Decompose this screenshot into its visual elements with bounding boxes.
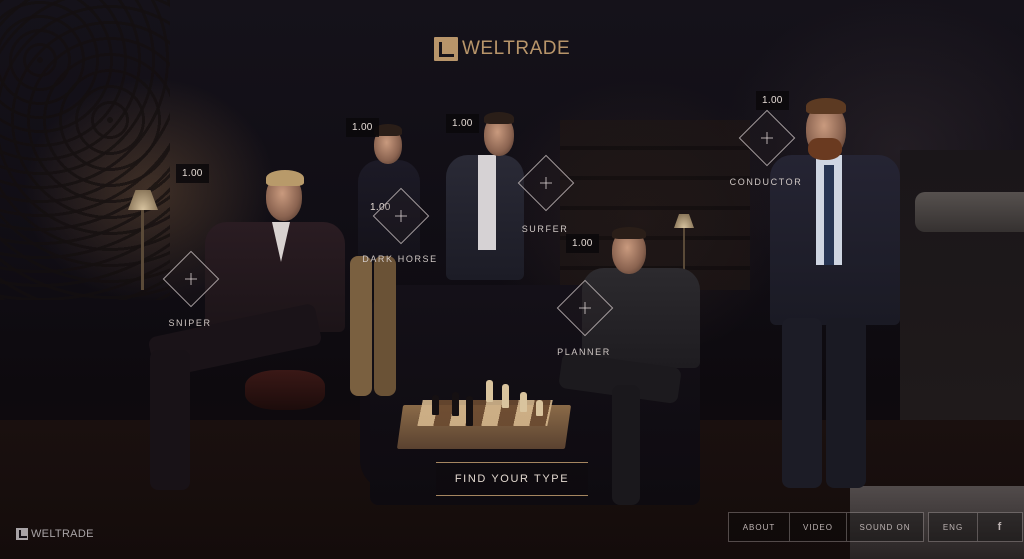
fireplace-mantle [915,192,1024,232]
type-label-conductor[interactable]: CONDUCTOR [706,177,826,187]
chess-piece [520,392,527,412]
brand-logo[interactable]: WELTRADE [434,37,570,61]
chess-piece [536,400,543,416]
bookshelf [560,120,750,290]
logo-icon [16,528,28,540]
type-label-dark-horse[interactable]: DARK HORSE [340,254,460,264]
chess-piece [432,395,439,415]
type-label-sniper[interactable]: SNIPER [130,318,250,328]
landing-stage: WELTRADE 1.00 1.00 1.00 1.00 1.00 1.00 S… [0,0,1024,559]
type-label-surfer[interactable]: SURFER [485,224,605,234]
nav-about[interactable]: ABOUT [729,513,790,541]
logo-text: WELTRADE [462,38,571,59]
find-your-type-button[interactable]: FIND YOUR TYPE [436,462,588,496]
leather-chair [245,370,325,410]
footer-nav-secondary: ENG f [928,512,1023,542]
facebook-icon[interactable]: f [978,513,1022,541]
iron-railing [0,0,170,300]
footer-logo[interactable]: WELTRADE [16,528,94,540]
chess-piece [502,384,509,408]
chess-piece [466,396,473,426]
price-badge-dark-horse: 1.00 [346,118,379,137]
table-lamp-stand [141,210,144,290]
price-badge-sniper: 1.00 [176,164,209,183]
price-badge-surfer: 1.00 [446,114,479,133]
type-label-planner[interactable]: PLANNER [524,347,644,357]
footer-logo-text: WELTRADE [31,528,94,540]
price-badge-conductor: 1.00 [756,91,789,110]
footer-nav: ABOUT VIDEO SOUND ON [728,512,924,542]
price-badge-planner: 1.00 [566,234,599,253]
chess-piece [486,380,493,402]
language-switch[interactable]: ENG [929,513,978,541]
nav-sound-toggle[interactable]: SOUND ON [847,513,923,541]
nav-video[interactable]: VIDEO [790,513,847,541]
chess-piece [452,392,459,416]
logo-icon [434,37,458,61]
